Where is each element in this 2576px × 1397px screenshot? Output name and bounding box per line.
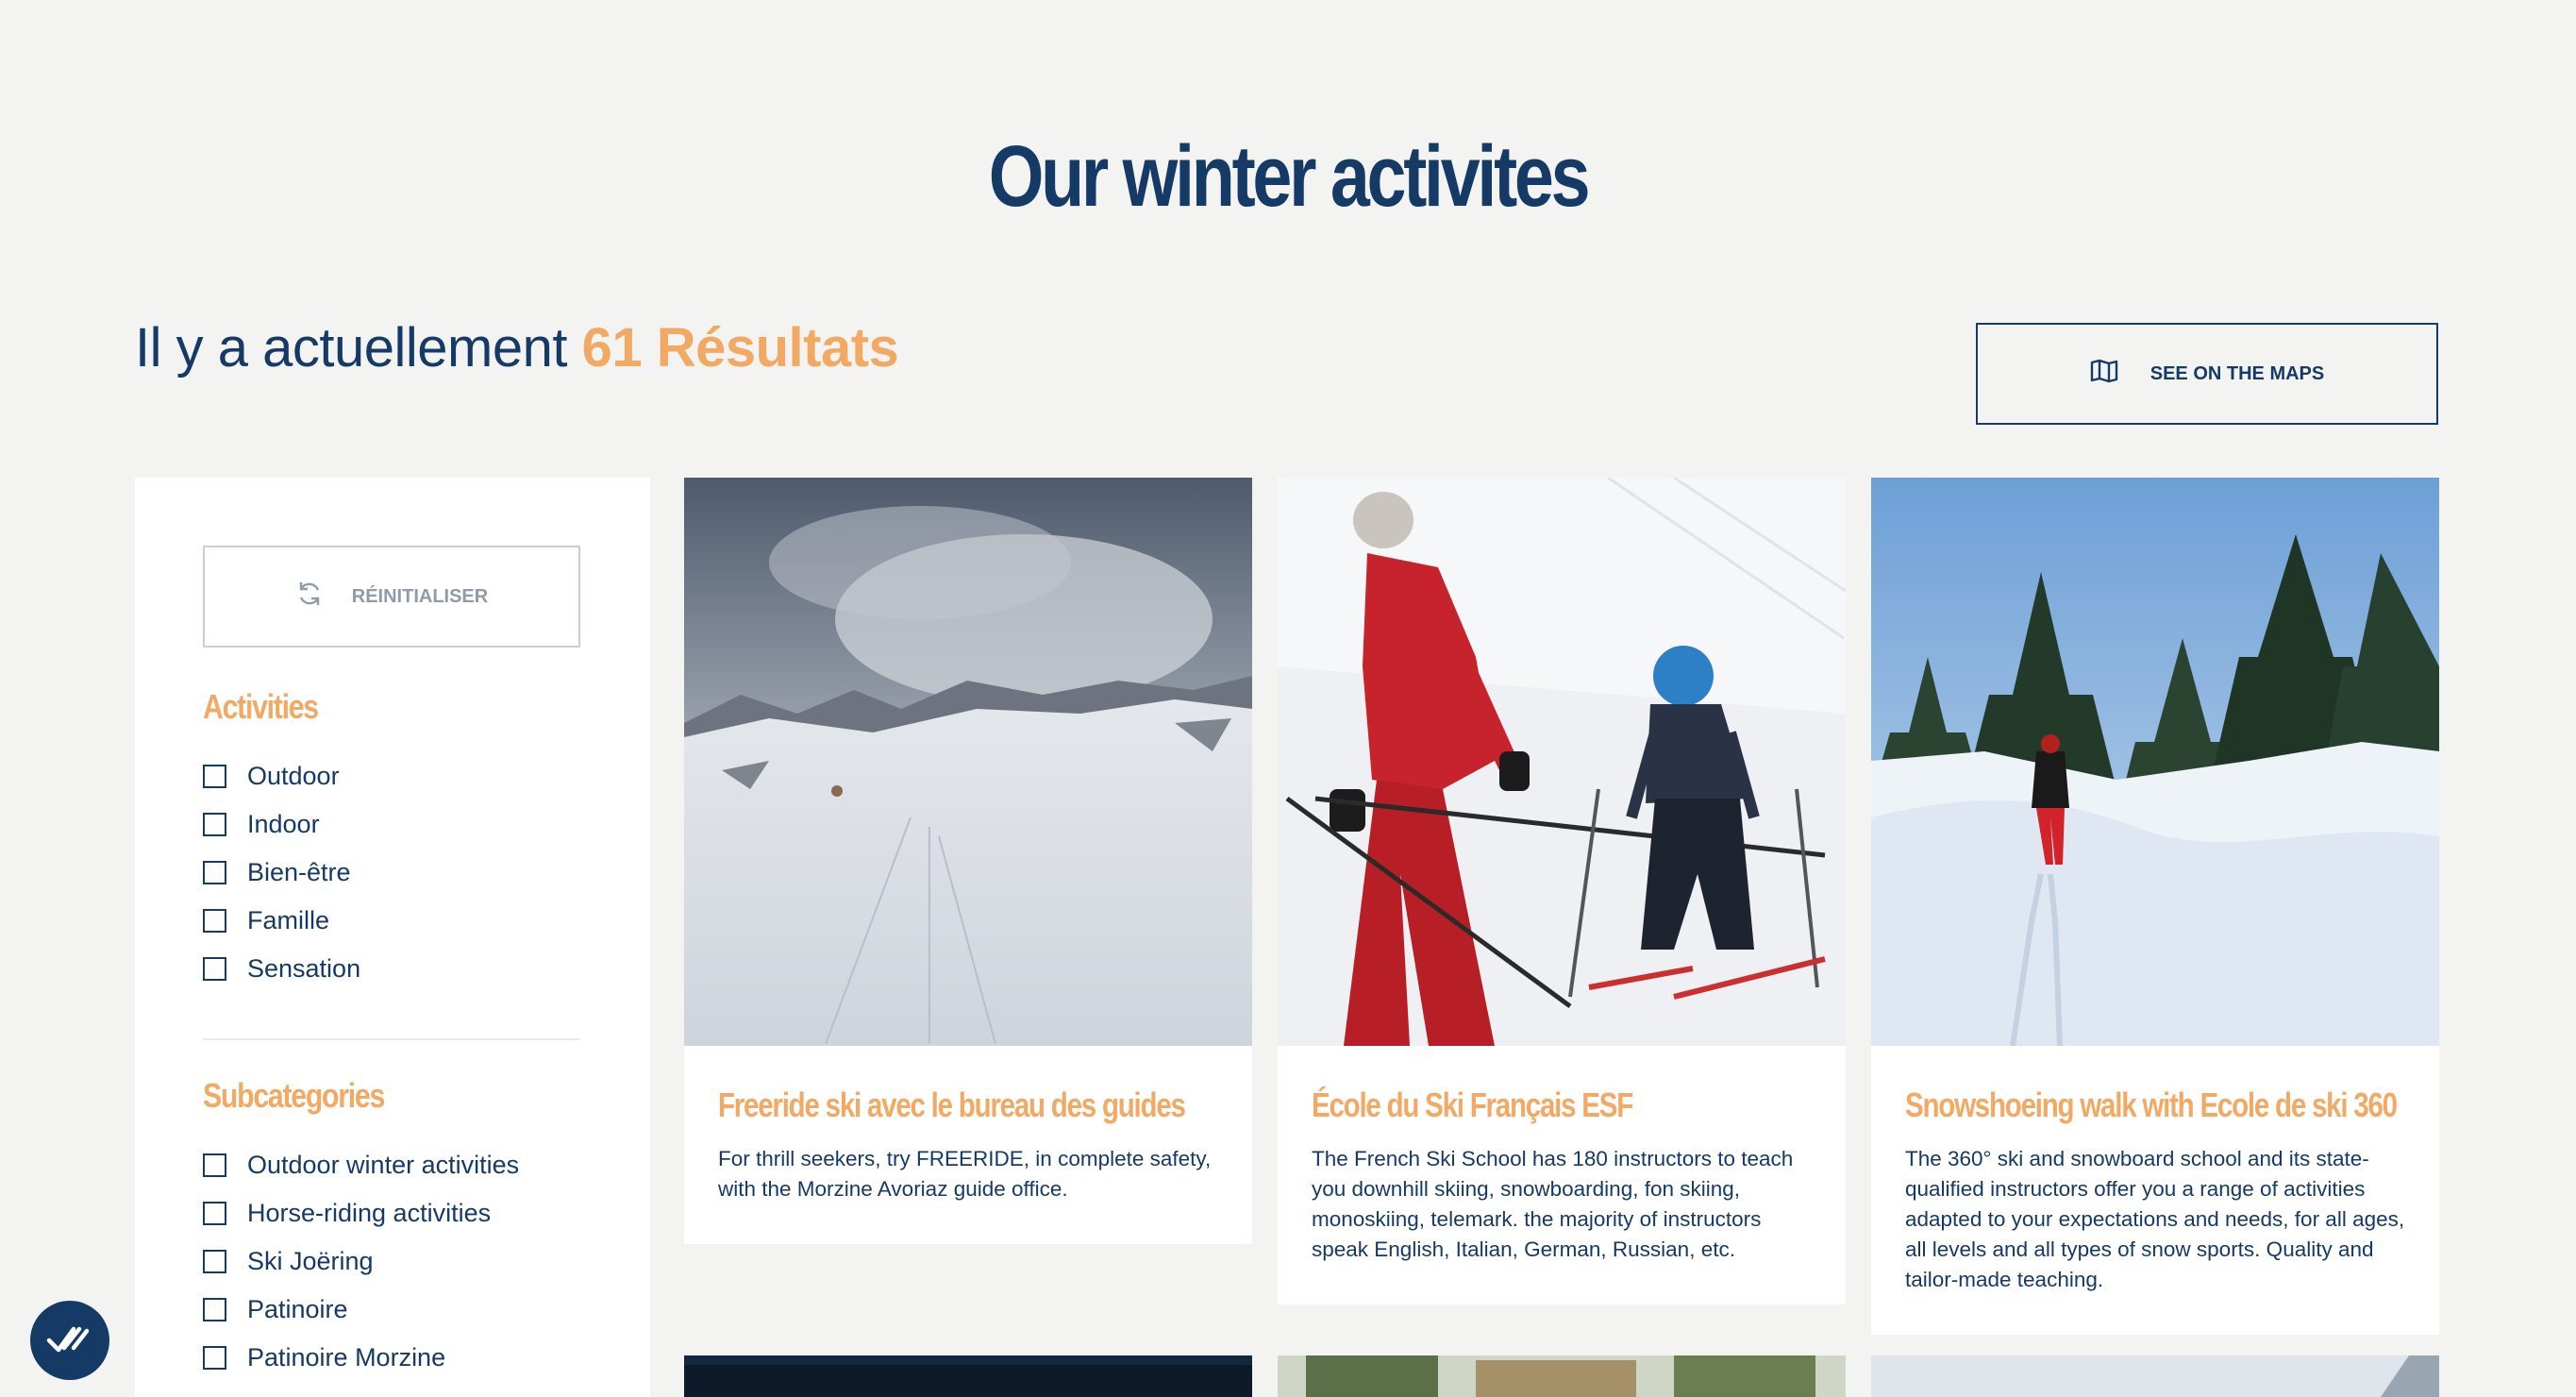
reset-filters-button[interactable]: RÉINITIALISER <box>203 546 580 648</box>
see-on-maps-button[interactable]: SEE ON THE MAPS <box>1976 323 2438 425</box>
checkbox[interactable] <box>203 1153 226 1177</box>
filter-option-label: Bien-être <box>247 858 351 886</box>
checkbox[interactable] <box>203 1298 226 1321</box>
checkbox[interactable] <box>203 1250 226 1273</box>
page-title: Our winter activites <box>988 128 1591 225</box>
filter-option-label: Horse-riding activities <box>247 1199 492 1227</box>
filter-option-outdoor-winter-activities[interactable]: Outdoor winter activities <box>203 1141 519 1189</box>
results-prefix: Il y a actuellement <box>135 317 567 379</box>
checkbox[interactable] <box>203 909 226 933</box>
activity-card[interactable]: École du Ski Français ESF The French Ski… <box>1278 478 1846 1304</box>
filter-divider <box>203 1038 580 1040</box>
activity-photo[interactable] <box>1871 1355 2439 1397</box>
see-on-maps-label: SEE ON THE MAPS <box>2149 362 2325 384</box>
filter-option-label: Famille <box>247 906 330 934</box>
checkbox[interactable] <box>203 861 226 884</box>
card-title[interactable]: Freeride ski avec le bureau des guides <box>718 1086 1186 1125</box>
checkbox[interactable] <box>203 813 226 836</box>
chat-check-icon <box>45 1320 94 1362</box>
filter-option-label: Patinoire Morzine <box>247 1343 446 1372</box>
activity-card[interactable]: Snowshoeing walk with Ecole de ski 360 T… <box>1871 478 2439 1335</box>
checkbox[interactable] <box>203 957 226 981</box>
filter-option-famille[interactable]: Famille <box>203 897 360 945</box>
activity-photo[interactable] <box>1278 1355 1846 1397</box>
filter-option-bien-etre[interactable]: Bien-être <box>203 849 360 897</box>
subcategories-filter-title: Subcategories <box>203 1076 385 1115</box>
checkbox[interactable] <box>203 1346 226 1370</box>
card-description: The 360° ski and snowboard school and it… <box>1905 1147 2405 1291</box>
card-description: The French Ski School has 180 instructor… <box>1312 1147 1794 1261</box>
filter-option-sensation[interactable]: Sensation <box>203 945 360 993</box>
reset-label: RÉINITIALISER <box>351 585 489 607</box>
subcategories-filter-list: Outdoor winter activities Horse-riding a… <box>203 1141 519 1382</box>
activity-card-preview[interactable] <box>1278 1355 1846 1397</box>
map-icon <box>2090 359 2118 389</box>
activity-photo[interactable] <box>1278 478 1846 1046</box>
filter-sidebar: RÉINITIALISER Activities Outdoor Indoor … <box>135 478 650 1397</box>
chat-widget-button[interactable] <box>30 1301 109 1380</box>
refresh-icon <box>295 580 324 614</box>
checkbox[interactable] <box>203 1202 226 1225</box>
card-title[interactable]: École du Ski Français ESF <box>1312 1086 1722 1125</box>
activity-photo[interactable] <box>684 478 1252 1046</box>
filter-option-outdoor[interactable]: Outdoor <box>203 752 360 800</box>
checkbox[interactable] <box>203 765 226 788</box>
results-summary: Il y a actuellement 61 Résultats <box>135 316 899 379</box>
filter-option-patinoire-morzine[interactable]: Patinoire Morzine <box>203 1334 519 1382</box>
activities-filter-list: Outdoor Indoor Bien-être Famille Sensati… <box>203 752 360 993</box>
filter-option-label: Indoor <box>247 810 320 838</box>
activities-filter-title: Activities <box>203 687 319 726</box>
results-count: 61 Résultats <box>581 317 899 379</box>
card-title[interactable]: Snowshoeing walk with Ecole de ski 360 <box>1905 1086 2398 1125</box>
activity-photo[interactable] <box>1871 478 2439 1046</box>
activity-photo[interactable] <box>684 1355 1252 1397</box>
filter-option-label: Patinoire <box>247 1295 348 1323</box>
filter-option-label: Sensation <box>247 954 361 983</box>
filter-option-horse-riding-activities[interactable]: Horse-riding activities <box>203 1189 519 1237</box>
activity-card[interactable]: Freeride ski avec le bureau des guides F… <box>684 478 1252 1244</box>
filter-option-label: Ski Joëring <box>247 1247 374 1275</box>
filter-option-indoor[interactable]: Indoor <box>203 800 360 849</box>
filter-option-ski-joering[interactable]: Ski Joëring <box>203 1237 519 1286</box>
filter-option-patinoire[interactable]: Patinoire <box>203 1286 519 1334</box>
filter-option-label: Outdoor <box>247 762 340 790</box>
activity-card-preview[interactable] <box>1871 1355 2439 1397</box>
card-description: For thrill seekers, try FREERIDE, in com… <box>718 1147 1212 1201</box>
filter-option-label: Outdoor winter activities <box>247 1151 520 1179</box>
activity-card-preview[interactable] <box>684 1355 1252 1397</box>
